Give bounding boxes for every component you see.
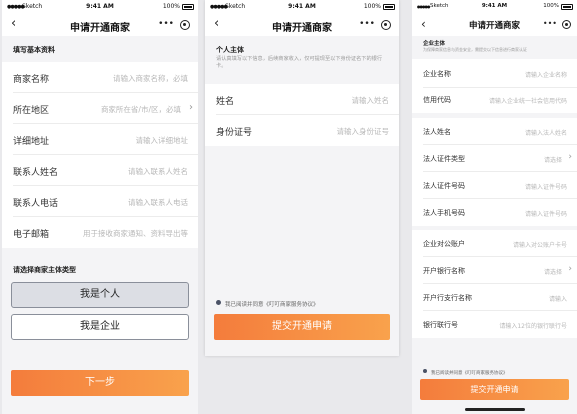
field-label: 身份证号 (216, 128, 253, 138)
section-title: 个人主体 (216, 46, 244, 54)
company-name-input[interactable]: 请输入企业名称 (525, 70, 567, 79)
field-label: 法人证件类型 (423, 155, 465, 163)
next-button[interactable]: 下一步 (11, 370, 189, 396)
type-personal-button[interactable]: 我是个人 (11, 282, 189, 308)
contact-name-input[interactable]: 请输入联系人姓名 (128, 166, 188, 177)
battery-percent: 100% (363, 3, 381, 10)
legal-name-input[interactable]: 请输入法人姓名 (525, 128, 567, 137)
field-label: 详细地址 (13, 137, 50, 147)
more-icon[interactable]: ••• (359, 19, 375, 29)
chevron-right-icon: › (189, 102, 193, 113)
chevron-right-icon: › (568, 152, 572, 162)
field-address[interactable]: 详细地址 请输入详细地址 (2, 124, 198, 155)
field-label: 银行联行号 (423, 321, 458, 329)
nav-bar: ‹ 申请开通商家 ••• (412, 14, 577, 36)
nav-bar: ‹ 申请开通商家 ••• (205, 14, 399, 36)
status-bar: ●●●●● Sketch 9:41 AM 100% (205, 0, 399, 14)
record-icon[interactable] (180, 20, 190, 30)
field-legal-phone[interactable]: 法人手机号码 请输入证件号码 (412, 199, 577, 226)
field-label: 所在地区 (13, 106, 50, 116)
field-label: 企业对公账户 (423, 240, 465, 248)
name-input[interactable]: 请输入姓名 (352, 95, 390, 106)
field-label: 联系人姓名 (13, 168, 59, 178)
checkbox-icon (423, 369, 427, 373)
field-credit-code[interactable]: 信用代码 请输入企业统一社会信用代码 (412, 88, 577, 113)
legal-phone-input[interactable]: 请输入证件号码 (525, 209, 567, 218)
section-title: 企业主体 (423, 41, 446, 47)
screen-personal: ●●●●● Sketch 9:41 AM 100% ‹ 申请开通商家 ••• 个… (205, 0, 399, 356)
email-input[interactable]: 用于接收商家通知、资料导出等 (83, 228, 188, 239)
field-legal-name[interactable]: 法人姓名 请输入法人姓名 (412, 118, 577, 145)
record-icon[interactable] (562, 20, 571, 29)
battery-icon (383, 4, 395, 10)
field-label: 法人证件号码 (423, 182, 465, 190)
field-company-name[interactable]: 企业名称 请输入企业名称 (412, 59, 577, 88)
submit-button[interactable]: 提交开通申请 (420, 379, 569, 400)
field-corporate-account[interactable]: 企业对公账户 请输入对公账户卡号 (412, 230, 577, 257)
field-label: 开户银行名称 (423, 267, 465, 275)
field-label: 姓名 (216, 97, 235, 107)
section-description: 请认真填写以下信息，后续商家收入，仅可提现至以下身份证名下的银行卡。 (216, 56, 383, 70)
field-merchant-name[interactable]: 商家名称 请输入商家名称，必填 (2, 62, 198, 93)
nav-bar: ‹ 申请开通商家 ••• (2, 14, 198, 36)
battery-percent: 100% (543, 3, 559, 9)
checkbox-icon (216, 300, 221, 305)
section-description: 为保障商家信息与资金安全，需提交以下信息进行商家认证 (423, 47, 527, 52)
field-region[interactable]: 所在地区 商家所在省/市/区，必填 › (2, 93, 198, 124)
more-icon[interactable]: ••• (158, 19, 174, 29)
field-bank-branch[interactable]: 开户行支行名称 请输入 (412, 284, 577, 311)
more-icon[interactable]: ••• (543, 19, 557, 28)
merchant-name-input[interactable]: 请输入商家名称，必填 (113, 73, 188, 84)
field-email[interactable]: 电子邮箱 用于接收商家通知、资料导出等 (2, 217, 198, 248)
field-contact-name[interactable]: 联系人姓名 请输入联系人姓名 (2, 155, 198, 186)
agreement-text: 我已阅读并同意《叮叮商家服务协议》 (225, 302, 319, 308)
field-label: 企业名称 (423, 70, 451, 78)
bank-name-select[interactable]: 请选择 (544, 267, 562, 276)
submit-button[interactable]: 提交开通申请 (214, 314, 390, 340)
bank-code-input[interactable]: 请输入12位的银行联行号 (499, 321, 567, 330)
agreement-checkbox[interactable]: 我已阅读并同意《叮叮商家服务协议》 (216, 300, 319, 308)
field-label: 电子邮箱 (13, 230, 50, 240)
agreement-checkbox[interactable]: 我已阅读并同意《叮叮商家服务协议》 (423, 369, 508, 376)
battery-icon (561, 4, 573, 10)
section-header: 企业主体 为保障商家信息与资金安全，需提交以下信息进行商家认证 (412, 36, 577, 56)
battery-percent: 100% (162, 3, 180, 10)
field-label: 法人手机号码 (423, 209, 465, 217)
bank-branch-input[interactable]: 请输入 (549, 294, 567, 303)
status-bar: ●●●●● Sketch 9:41 AM 100% (2, 0, 198, 14)
id-number-input[interactable]: 请输入身份证号 (337, 126, 390, 137)
field-label: 商家名称 (13, 75, 50, 85)
field-name[interactable]: 姓名 请输入姓名 (205, 84, 399, 115)
corporate-account-input[interactable]: 请输入对公账户卡号 (513, 240, 567, 249)
contact-phone-input[interactable]: 请输入联系人电话 (128, 197, 188, 208)
field-legal-id-number[interactable]: 法人证件号码 请输入证件号码 (412, 172, 577, 199)
screen-company: ●●●●● Sketch 9:41 AM 100% ‹ 申请开通商家 ••• 企… (412, 0, 577, 414)
battery-icon (182, 4, 194, 10)
agreement-text: 我已阅读并同意《叮叮商家服务协议》 (431, 371, 508, 376)
field-label: 信用代码 (423, 96, 451, 104)
legal-id-type-select[interactable]: 请选择 (544, 155, 562, 164)
legal-id-number-input[interactable]: 请输入证件号码 (525, 182, 567, 191)
chevron-right-icon: › (568, 264, 572, 274)
field-bank-name[interactable]: 开户银行名称 请选择 › (412, 257, 577, 284)
home-indicator (464, 408, 525, 411)
section-title: 填写基本资料 (13, 46, 55, 54)
section-header: 填写基本资料 (2, 36, 198, 62)
field-bank-code[interactable]: 银行联行号 请输入12位的银行联行号 (412, 311, 577, 338)
field-label: 开户行支行名称 (423, 294, 472, 302)
field-label: 联系人电话 (13, 199, 59, 209)
type-company-button[interactable]: 我是企业 (11, 314, 189, 340)
field-legal-id-type[interactable]: 法人证件类型 请选择 › (412, 145, 577, 172)
status-bar: ●●●●● Sketch 9:41 AM 100% (412, 0, 577, 14)
field-contact-phone[interactable]: 联系人电话 请输入联系人电话 (2, 186, 198, 217)
section-header: 个人主体 请认真填写以下信息，后续商家收入，仅可提现至以下身份证名下的银行卡。 (205, 36, 399, 80)
record-icon[interactable] (381, 20, 391, 30)
region-select[interactable]: 商家所在省/市/区，必填 (101, 104, 181, 115)
field-id-number[interactable]: 身份证号 请输入身份证号 (205, 115, 399, 146)
address-input[interactable]: 请输入详细地址 (136, 135, 189, 146)
type-title: 请选择商家主体类型 (13, 266, 76, 274)
screen-basic-info: ●●●●● Sketch 9:41 AM 100% ‹ 申请开通商家 ••• 填… (2, 0, 198, 414)
field-label: 法人姓名 (423, 128, 451, 136)
credit-code-input[interactable]: 请输入企业统一社会信用代码 (489, 96, 567, 105)
